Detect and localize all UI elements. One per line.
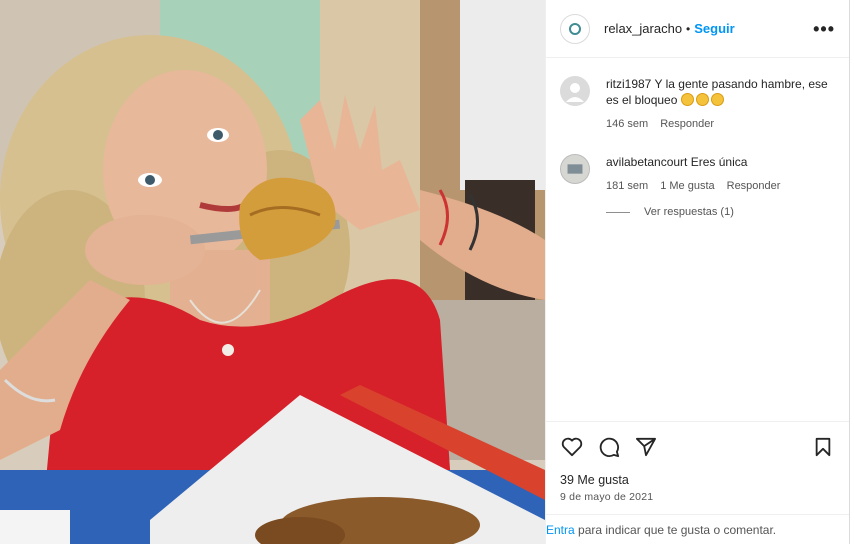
post-photo-image (0, 0, 545, 544)
more-options-icon[interactable]: ••• (813, 20, 835, 38)
laughing-emoji-icon (680, 93, 726, 107)
login-prompt: Entra para indicar que te gusta o coment… (546, 514, 849, 544)
bookmark-icon[interactable] (811, 435, 835, 459)
post-header: relax_jaracho • Seguir ••• (546, 0, 849, 58)
account-avatar[interactable] (560, 13, 590, 44)
comments-list: ritzi1987 Y la gente pasando hambre, ese… (546, 58, 849, 422)
comment-item: avilabetancourt Eres única 181 sem 1 Me … (560, 154, 835, 194)
view-replies-label: Ver respuestas (1) (644, 206, 734, 218)
comment-icon[interactable] (597, 435, 621, 459)
post-username[interactable]: relax_jaracho (604, 21, 682, 36)
post-date[interactable]: 9 de mayo de 2021 (560, 491, 835, 503)
comment-username[interactable]: avilabetancourt (606, 155, 687, 169)
heart-icon[interactable] (560, 435, 584, 459)
login-link[interactable]: Entra (546, 523, 575, 537)
default-avatar-icon[interactable] (560, 76, 590, 106)
comment-text: Eres única (690, 155, 748, 169)
post-actions: 39 Me gusta 9 de mayo de 2021 (546, 421, 849, 503)
comment-time[interactable]: 181 sem (606, 178, 648, 194)
likes-count[interactable]: 39 Me gusta (560, 473, 835, 487)
comment-username[interactable]: ritzi1987 (606, 77, 651, 91)
view-replies-button[interactable]: Ver respuestas (1) (606, 206, 835, 218)
comment-body: avilabetancourt Eres única 181 sem 1 Me … (606, 154, 780, 194)
account-logo-icon (569, 22, 581, 35)
comment-meta: 146 sem Responder (606, 116, 835, 132)
reply-button[interactable]: Responder (660, 116, 714, 132)
comment-likes[interactable]: 1 Me gusta (660, 178, 714, 194)
profile-photo-icon[interactable] (560, 154, 590, 184)
replies-divider (606, 211, 630, 213)
reply-button[interactable]: Responder (727, 178, 781, 194)
share-icon[interactable] (634, 435, 658, 459)
action-icons (560, 434, 835, 460)
comment-body: ritzi1987 Y la gente pasando hambre, ese… (606, 76, 835, 132)
comment-time[interactable]: 146 sem (606, 116, 648, 132)
comment-item: ritzi1987 Y la gente pasando hambre, ese… (560, 76, 835, 132)
comment-meta: 181 sem 1 Me gusta Responder (606, 178, 780, 194)
login-prompt-text: para indicar que te gusta o comentar. (574, 522, 777, 537)
follow-button[interactable]: Seguir (694, 21, 734, 36)
post-panel: relax_jaracho • Seguir ••• ritzi1987 Y l… (545, 0, 850, 544)
separator-dot: • (686, 21, 691, 36)
post-photo[interactable] (0, 0, 545, 544)
